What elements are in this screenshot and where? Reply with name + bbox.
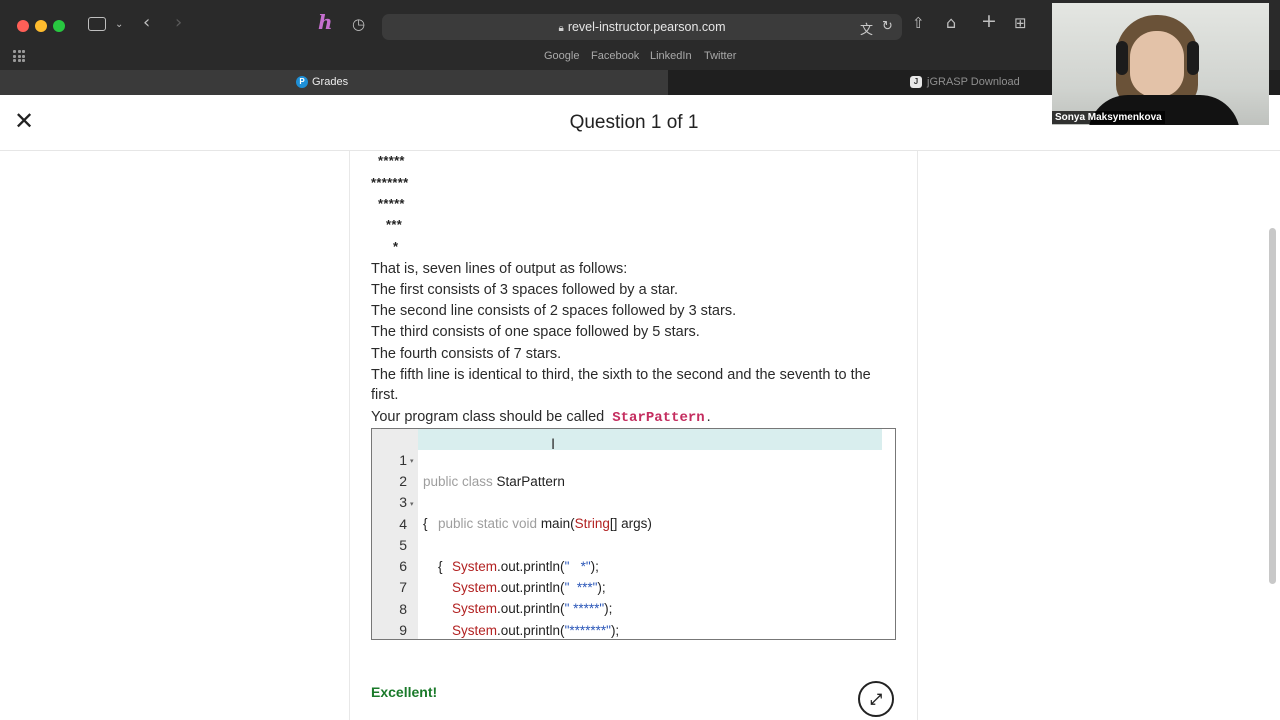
- tab-label: jGRASP Download: [927, 76, 1020, 88]
- description-line: The first consists of 3 spaces followed …: [371, 282, 679, 298]
- class-name-code: StarPattern: [612, 410, 705, 426]
- feedback-result: Excellent!: [371, 684, 438, 700]
- headset-right: [1187, 41, 1199, 75]
- tab-label: Grades: [312, 76, 349, 88]
- class-name-instruction: Your program class should be called Star…: [371, 407, 711, 428]
- lock-icon: 🔒︎: [558, 23, 564, 34]
- code-line[interactable]: 2 ▾ {: [372, 450, 895, 531]
- description-line: first.: [371, 387, 399, 403]
- code-line[interactable]: 4 ▾ {: [372, 493, 895, 574]
- instruction-period: .: [706, 409, 711, 425]
- star-output-line: ***: [386, 217, 403, 232]
- code-line[interactable]: 8 System.out.println("*******");: [372, 578, 895, 638]
- jgrasp-icon: J: [910, 76, 922, 88]
- tab-grades[interactable]: P Grades: [0, 70, 668, 95]
- maximize-window-button[interactable]: [53, 20, 65, 32]
- code-line[interactable]: 7 System.out.println(" *****");: [372, 556, 895, 616]
- home-icon[interactable]: ⌂: [946, 15, 956, 31]
- forward-icon[interactable]: ›: [175, 14, 182, 32]
- fold-arrow-icon[interactable]: ▾: [410, 494, 414, 515]
- new-tab-icon[interactable]: +: [981, 12, 997, 31]
- share-icon[interactable]: ⇧: [912, 15, 925, 31]
- participant-face: [1130, 31, 1184, 97]
- sidebar-toggle-icon[interactable]: [88, 17, 106, 31]
- url-text: revel-instructor.pearson.com: [567, 20, 726, 34]
- star-output-line: *******: [371, 175, 409, 190]
- star-output-line: *: [393, 239, 399, 254]
- chevron-down-icon[interactable]: ⌄: [115, 17, 123, 33]
- instruction-text: Your program class should be called: [371, 409, 605, 425]
- hypothesis-icon[interactable]: h: [318, 12, 333, 32]
- fold-arrow-icon[interactable]: ▾: [410, 451, 414, 472]
- history-icon[interactable]: ◷: [352, 16, 365, 32]
- description-line: The fifth line is identical to third, th…: [371, 367, 871, 383]
- code-line[interactable]: 9 System.out.println(" *****");: [372, 599, 895, 638]
- text-cursor-icon: I: [551, 437, 556, 453]
- pearson-icon: P: [296, 76, 308, 88]
- code-line[interactable]: 10 System.out.println(" ***");: [372, 620, 895, 639]
- star-output-line: *****: [378, 196, 405, 211]
- description-line: The second line consists of 2 spaces fol…: [371, 303, 737, 319]
- video-call-thumbnail[interactable]: Sonya Maksymenkova: [1052, 3, 1269, 125]
- expand-button[interactable]: ⤢: [858, 681, 894, 717]
- favorite-facebook[interactable]: Facebook: [591, 50, 639, 62]
- description-line: That is, seven lines of output as follow…: [371, 261, 628, 277]
- code-line[interactable]: 5 System.out.println(" *");: [372, 514, 895, 574]
- page-scrollbar[interactable]: [1269, 228, 1276, 584]
- reload-icon[interactable]: ↻: [882, 19, 893, 34]
- url-display[interactable]: 🔒︎ revel-instructor.pearson.com: [382, 20, 902, 34]
- tab-overview-icon[interactable]: ⊞: [1014, 15, 1027, 31]
- favorite-twitter[interactable]: Twitter: [704, 50, 736, 62]
- code-line[interactable]: 6 System.out.println(" ***");: [372, 535, 895, 595]
- code-editor[interactable]: 1 public class StarPattern 2 ▾ { 3 publi…: [371, 428, 896, 640]
- code-line[interactable]: 3 public static void main(String[] args): [372, 471, 895, 531]
- star-output-line: *****: [378, 153, 405, 168]
- back-icon[interactable]: ‹: [143, 14, 150, 32]
- code-line[interactable]: 1 public class StarPattern: [372, 429, 895, 489]
- close-window-button[interactable]: [17, 20, 29, 32]
- participant-name: Sonya Maksymenkova: [1052, 111, 1165, 124]
- translate-icon[interactable]: 文: [860, 19, 873, 38]
- description-line: The fourth consists of 7 stars.: [371, 346, 562, 362]
- headset-left: [1116, 41, 1128, 75]
- address-bar[interactable]: 🔒︎ revel-instructor.pearson.com 文 ↻: [382, 14, 902, 40]
- description-line: The third consists of one space followed…: [371, 324, 700, 340]
- minimize-window-button[interactable]: [35, 20, 47, 32]
- favorite-linkedin[interactable]: LinkedIn: [650, 50, 692, 62]
- favorite-google[interactable]: Google: [544, 50, 579, 62]
